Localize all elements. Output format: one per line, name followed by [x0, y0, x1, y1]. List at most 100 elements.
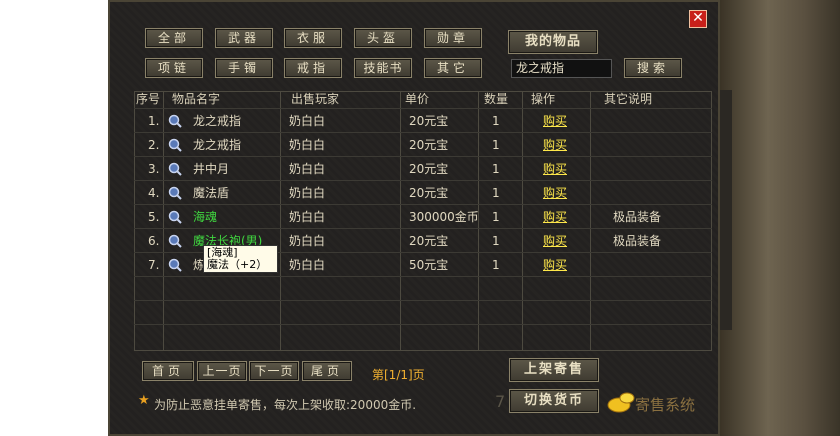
row-number: 2.	[148, 138, 160, 152]
seller-name: 奶白白	[289, 162, 326, 176]
quantity: 1	[492, 210, 500, 224]
item-name: 井中月	[193, 162, 230, 176]
magnifier-icon[interactable]	[168, 234, 182, 248]
item-note: 极品装备	[613, 210, 662, 224]
first-page-button[interactable]: 首页	[142, 361, 194, 381]
row-number: 4.	[148, 186, 160, 200]
row-number: 1.	[148, 114, 160, 128]
my-items-button[interactable]: 我的物品	[508, 30, 598, 54]
price: 300000金币	[409, 210, 479, 224]
seller-name: 奶白白	[289, 234, 326, 248]
category-all-button[interactable]: 全部	[145, 28, 203, 48]
price: 20元宝	[409, 138, 449, 152]
buy-link[interactable]: 购买	[543, 232, 567, 250]
row-divider	[134, 204, 712, 205]
seller-name: 奶白白	[289, 210, 326, 224]
row-number: 3.	[148, 162, 160, 176]
item-name: 魔法盾	[193, 186, 230, 200]
row-divider	[134, 276, 712, 277]
background-scroll-strip	[720, 90, 732, 330]
seller-name: 奶白白	[289, 258, 326, 272]
buy-link[interactable]: 购买	[543, 136, 567, 154]
magnifier-icon[interactable]	[168, 138, 182, 152]
column-divider	[280, 91, 281, 351]
prev-page-button[interactable]: 上一页	[197, 361, 247, 381]
item-name: 龙之戒指	[193, 138, 242, 152]
header-price: 单价	[405, 92, 430, 106]
buy-link[interactable]: 购买	[543, 112, 567, 130]
price: 20元宝	[409, 234, 449, 248]
header-quantity: 数量	[484, 92, 509, 106]
switch-currency-button[interactable]: 切换货币	[509, 389, 599, 413]
magnifier-icon[interactable]	[168, 258, 182, 272]
fee-notice: 为防止恶意挂单寄售，每次上架收取:20000金币.	[154, 398, 417, 412]
quantity: 1	[492, 258, 500, 272]
category-bracelet-button[interactable]: 手镯	[215, 58, 273, 78]
seller-name: 奶白白	[289, 114, 326, 128]
column-divider	[400, 91, 401, 351]
item-note: 极品装备	[613, 234, 662, 248]
item-name: 海魂	[193, 210, 218, 224]
seller-name: 奶白白	[289, 186, 326, 200]
header-item-name: 物品名字	[172, 92, 221, 106]
quantity: 1	[492, 234, 500, 248]
buy-link[interactable]: 购买	[543, 160, 567, 178]
buy-link[interactable]: 购买	[543, 184, 567, 202]
tooltip-stat: 魔法（+2）	[207, 258, 268, 271]
quantity: 1	[492, 114, 500, 128]
list-for-sale-button[interactable]: 上架寄售	[509, 358, 599, 382]
quantity: 1	[492, 186, 500, 200]
magnifier-icon[interactable]	[168, 210, 182, 224]
category-necklace-button[interactable]: 项链	[145, 58, 203, 78]
row-divider	[134, 180, 712, 181]
row-divider	[134, 156, 712, 157]
background-scenery	[720, 0, 840, 436]
item-tooltip: [海魂] 魔法（+2）	[203, 245, 278, 273]
row-divider	[134, 108, 712, 109]
row-divider	[134, 324, 712, 325]
seller-name: 奶白白	[289, 138, 326, 152]
buy-link[interactable]: 购买	[543, 208, 567, 226]
column-divider	[590, 91, 591, 351]
search-button[interactable]: 搜索	[624, 58, 682, 78]
logo-text: 寄售系统	[635, 396, 695, 414]
header-seller: 出售玩家	[291, 92, 340, 106]
category-medal-button[interactable]: 勋章	[424, 28, 482, 48]
price: 50元宝	[409, 258, 449, 272]
category-ring-button[interactable]: 戒指	[284, 58, 342, 78]
page-indicator: 第[1/1]页	[372, 368, 425, 382]
quantity: 1	[492, 162, 500, 176]
category-helmet-button[interactable]: 头盔	[354, 28, 412, 48]
logo-number-overlay: 7	[495, 392, 506, 411]
category-weapon-button[interactable]: 武器	[215, 28, 273, 48]
header-no: 序号	[136, 92, 161, 106]
item-name: 龙之戒指	[193, 114, 242, 128]
row-number: 6.	[148, 234, 160, 248]
quantity: 1	[492, 138, 500, 152]
header-action: 操作	[531, 92, 556, 106]
buy-link[interactable]: 购买	[543, 256, 567, 274]
column-divider	[163, 91, 164, 351]
row-number: 7.	[148, 258, 160, 272]
row-divider	[134, 300, 712, 301]
magnifier-icon[interactable]	[168, 186, 182, 200]
last-page-button[interactable]: 尾页	[302, 361, 352, 381]
category-other-button[interactable]: 其它	[424, 58, 482, 78]
price: 20元宝	[409, 162, 449, 176]
category-clothes-button[interactable]: 衣服	[284, 28, 342, 48]
price: 20元宝	[409, 114, 449, 128]
next-page-button[interactable]: 下一页	[249, 361, 299, 381]
row-divider	[134, 228, 712, 229]
row-number: 5.	[148, 210, 160, 224]
consignment-system-logo: 7 寄售系统	[607, 392, 695, 414]
search-input[interactable]: 龙之戒指	[511, 59, 612, 78]
column-divider	[522, 91, 523, 351]
magnifier-icon[interactable]	[168, 114, 182, 128]
star-icon: ★	[138, 393, 150, 408]
close-button[interactable]: ✕	[689, 10, 707, 28]
price: 20元宝	[409, 186, 449, 200]
header-notes: 其它说明	[604, 92, 653, 106]
row-divider	[134, 132, 712, 133]
category-skillbook-button[interactable]: 技能书	[354, 58, 412, 78]
magnifier-icon[interactable]	[168, 162, 182, 176]
